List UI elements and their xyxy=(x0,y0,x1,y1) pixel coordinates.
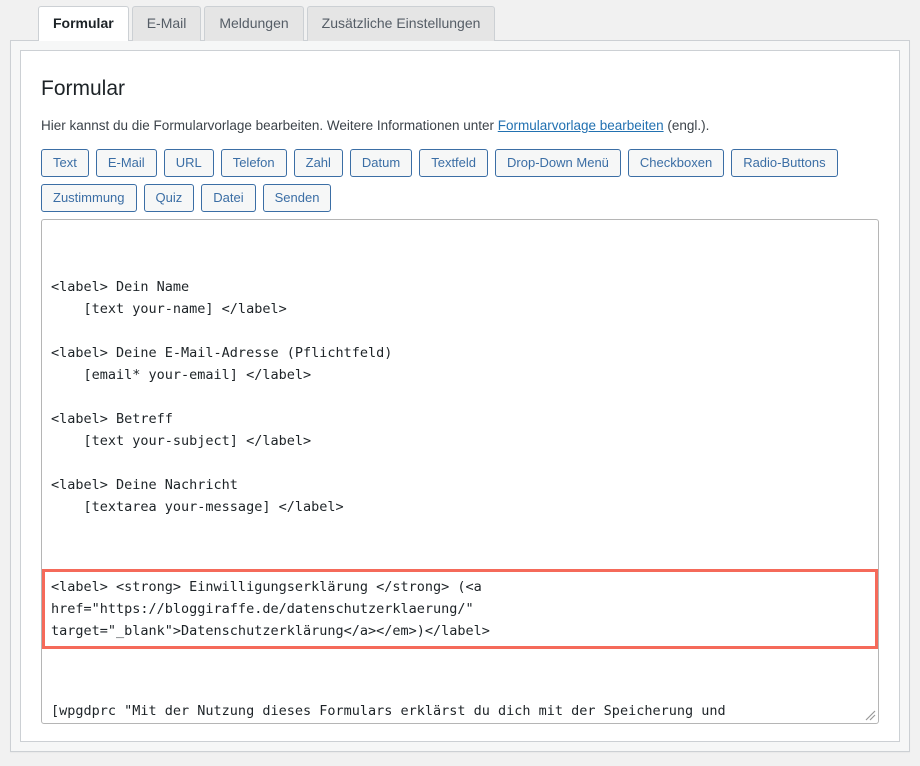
tab-bar: FormularE-MailMeldungenZusätzliche Einst… xyxy=(10,6,910,41)
tab-email[interactable]: E-Mail xyxy=(132,6,202,41)
tag-button-telefon[interactable]: Telefon xyxy=(221,149,287,177)
tag-generator-buttons: TextE-MailURLTelefonZahlDatumTextfeldDro… xyxy=(41,149,879,212)
tag-button-datei[interactable]: Datei xyxy=(201,184,255,212)
tab-meldungen[interactable]: Meldungen xyxy=(204,6,303,41)
resize-handle-icon[interactable] xyxy=(862,707,876,721)
page-title: Formular xyxy=(41,75,879,102)
tag-button-datum[interactable]: Datum xyxy=(350,149,412,177)
tag-button-dropdown-menue[interactable]: Drop-Down Menü xyxy=(495,149,621,177)
tag-button-quiz[interactable]: Quiz xyxy=(144,184,195,212)
tag-button-radio-buttons[interactable]: Radio-Buttons xyxy=(731,149,837,177)
tab-formular[interactable]: Formular xyxy=(38,6,129,41)
tag-button-row-1: TextE-MailURLTelefonZahlDatumTextfeldDro… xyxy=(41,149,879,177)
code-segment-wpgdprc-submit: [wpgdprc "Mit der Nutzung dieses Formula… xyxy=(42,696,878,724)
tag-button-url[interactable]: URL xyxy=(164,149,214,177)
form-template-textarea[interactable]: <label> Dein Name [text your-name] </lab… xyxy=(41,219,879,724)
tag-button-zahl[interactable]: Zahl xyxy=(294,149,343,177)
tag-button-checkboxen[interactable]: Checkboxen xyxy=(628,149,724,177)
tab-zusaetzliche-einstellungen[interactable]: Zusätzliche Einstellungen xyxy=(307,6,496,41)
form-editor-panel: Formular Hier kannst du die Formularvorl… xyxy=(20,50,900,742)
form-template-content: <label> Dein Name [text your-name] </lab… xyxy=(42,220,878,724)
description-text-before: Hier kannst du die Formularvorlage bearb… xyxy=(41,118,498,133)
formularvorlage-bearbeiten-link[interactable]: Formularvorlage bearbeiten xyxy=(498,118,664,133)
code-segment-consent-highlighted: <label> <strong> Einwilligungserklärung … xyxy=(42,569,878,649)
tag-button-senden[interactable]: Senden xyxy=(263,184,332,212)
tag-button-text[interactable]: Text xyxy=(41,149,89,177)
tab-panel: Formular Hier kannst du die Formularvorl… xyxy=(10,40,910,752)
tag-button-textfeld[interactable]: Textfeld xyxy=(419,149,488,177)
description-text-after: (engl.). xyxy=(664,118,710,133)
code-segment-fields: <label> Dein Name [text your-name] </lab… xyxy=(42,272,878,522)
app-screen: FormularE-MailMeldungenZusätzliche Einst… xyxy=(0,0,920,766)
tag-button-zustimmung[interactable]: Zustimmung xyxy=(41,184,137,212)
panel-description: Hier kannst du die Formularvorlage bearb… xyxy=(41,116,879,136)
tag-button-row-2: ZustimmungQuizDatei Senden xyxy=(41,184,879,212)
tag-button-email[interactable]: E-Mail xyxy=(96,149,157,177)
